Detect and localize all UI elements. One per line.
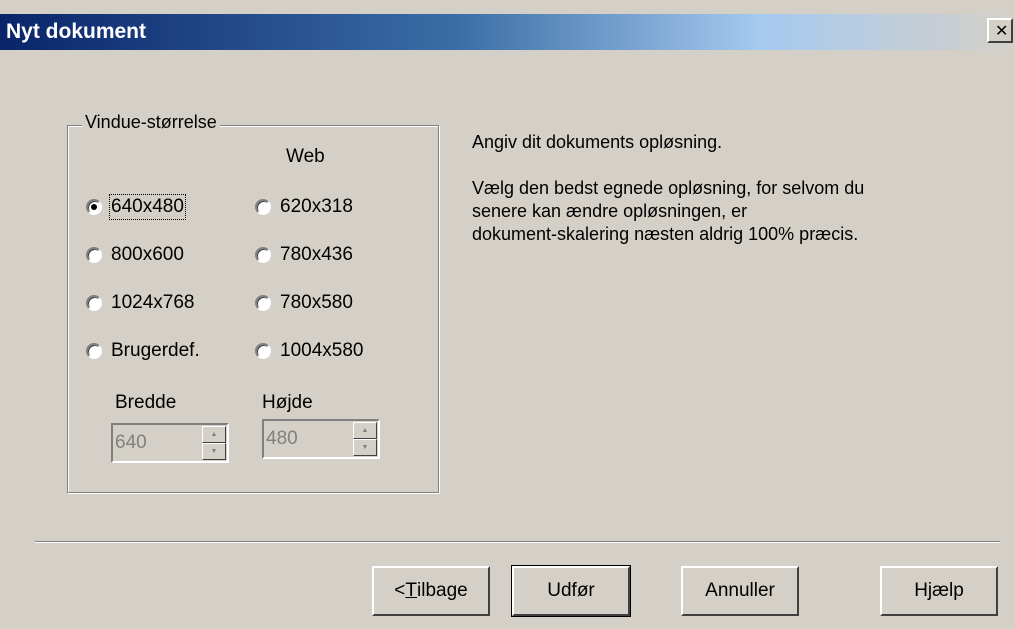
radio-780x580[interactable]: 780x580 bbox=[255, 292, 353, 314]
back-rest: ilbage bbox=[417, 580, 468, 601]
description-line-3: dokument-skalering næsten aldrig 100% pr… bbox=[472, 224, 859, 244]
radio-button[interactable] bbox=[86, 343, 102, 359]
title-bar: Nyt dokument ✕ bbox=[0, 14, 1015, 50]
radio-button[interactable] bbox=[255, 343, 271, 359]
window-title: Nyt dokument bbox=[6, 20, 147, 43]
radio-label: 800x600 bbox=[111, 244, 184, 265]
cancel-button[interactable]: Annuller bbox=[681, 566, 799, 616]
radio-custom[interactable]: Brugerdef. bbox=[86, 340, 200, 362]
radio-button[interactable] bbox=[86, 295, 102, 311]
height-label: Højde bbox=[262, 392, 313, 413]
back-button[interactable]: < Tilbage bbox=[372, 566, 490, 616]
width-input[interactable] bbox=[115, 429, 185, 457]
height-spinner: ▲ ▼ bbox=[262, 419, 380, 459]
radio-button[interactable] bbox=[255, 247, 271, 263]
radio-label: 780x436 bbox=[280, 244, 353, 265]
height-spin-buttons: ▲ ▼ bbox=[353, 422, 377, 456]
separator bbox=[35, 541, 1000, 543]
width-spinner: ▲ ▼ bbox=[111, 423, 229, 463]
radio-label: 1024x768 bbox=[111, 292, 195, 313]
radio-label: 620x318 bbox=[280, 196, 353, 217]
group-legend: Vindue-størrelse bbox=[82, 112, 220, 133]
radio-label: 640x480 bbox=[109, 194, 186, 220]
up-arrow-icon[interactable]: ▲ bbox=[353, 422, 377, 439]
description-line-2: senere kan ændre opløsningen, er bbox=[472, 201, 748, 221]
radio-button[interactable] bbox=[86, 247, 102, 263]
radio-button[interactable] bbox=[86, 199, 102, 215]
help-button[interactable]: Hjælp bbox=[880, 566, 998, 616]
radio-button[interactable] bbox=[255, 199, 271, 215]
back-mnemonic: T bbox=[405, 580, 417, 601]
width-label: Bredde bbox=[115, 392, 177, 413]
radio-1004x580[interactable]: 1004x580 bbox=[255, 340, 363, 362]
back-prefix: < bbox=[394, 580, 406, 601]
close-icon: ✕ bbox=[995, 21, 1009, 40]
close-button[interactable]: ✕ bbox=[987, 18, 1013, 43]
description-heading: Angiv dit dokuments opløsning. bbox=[472, 132, 723, 152]
finish-button[interactable]: Udfør bbox=[511, 565, 631, 617]
radio-800x600[interactable]: 800x600 bbox=[86, 244, 184, 266]
radio-selected-dot bbox=[91, 204, 97, 210]
down-arrow-icon[interactable]: ▼ bbox=[202, 443, 226, 460]
radio-1024x768[interactable]: 1024x768 bbox=[86, 292, 194, 314]
width-spin-buttons: ▲ ▼ bbox=[202, 426, 226, 460]
up-arrow-icon[interactable]: ▲ bbox=[202, 426, 226, 443]
down-arrow-icon[interactable]: ▼ bbox=[353, 439, 377, 456]
radio-780x436[interactable]: 780x436 bbox=[255, 244, 353, 266]
radio-620x318[interactable]: 620x318 bbox=[255, 196, 353, 218]
radio-label: Brugerdef. bbox=[111, 340, 200, 361]
radio-640x480[interactable]: 640x480 bbox=[86, 194, 186, 220]
radio-label: 780x580 bbox=[280, 292, 353, 313]
description-line-1: Vælg den bedst egnede opløsning, for sel… bbox=[472, 178, 865, 198]
height-input[interactable] bbox=[266, 425, 336, 453]
radio-button[interactable] bbox=[255, 295, 271, 311]
web-label: Web bbox=[286, 146, 325, 167]
radio-label: 1004x580 bbox=[280, 340, 364, 361]
